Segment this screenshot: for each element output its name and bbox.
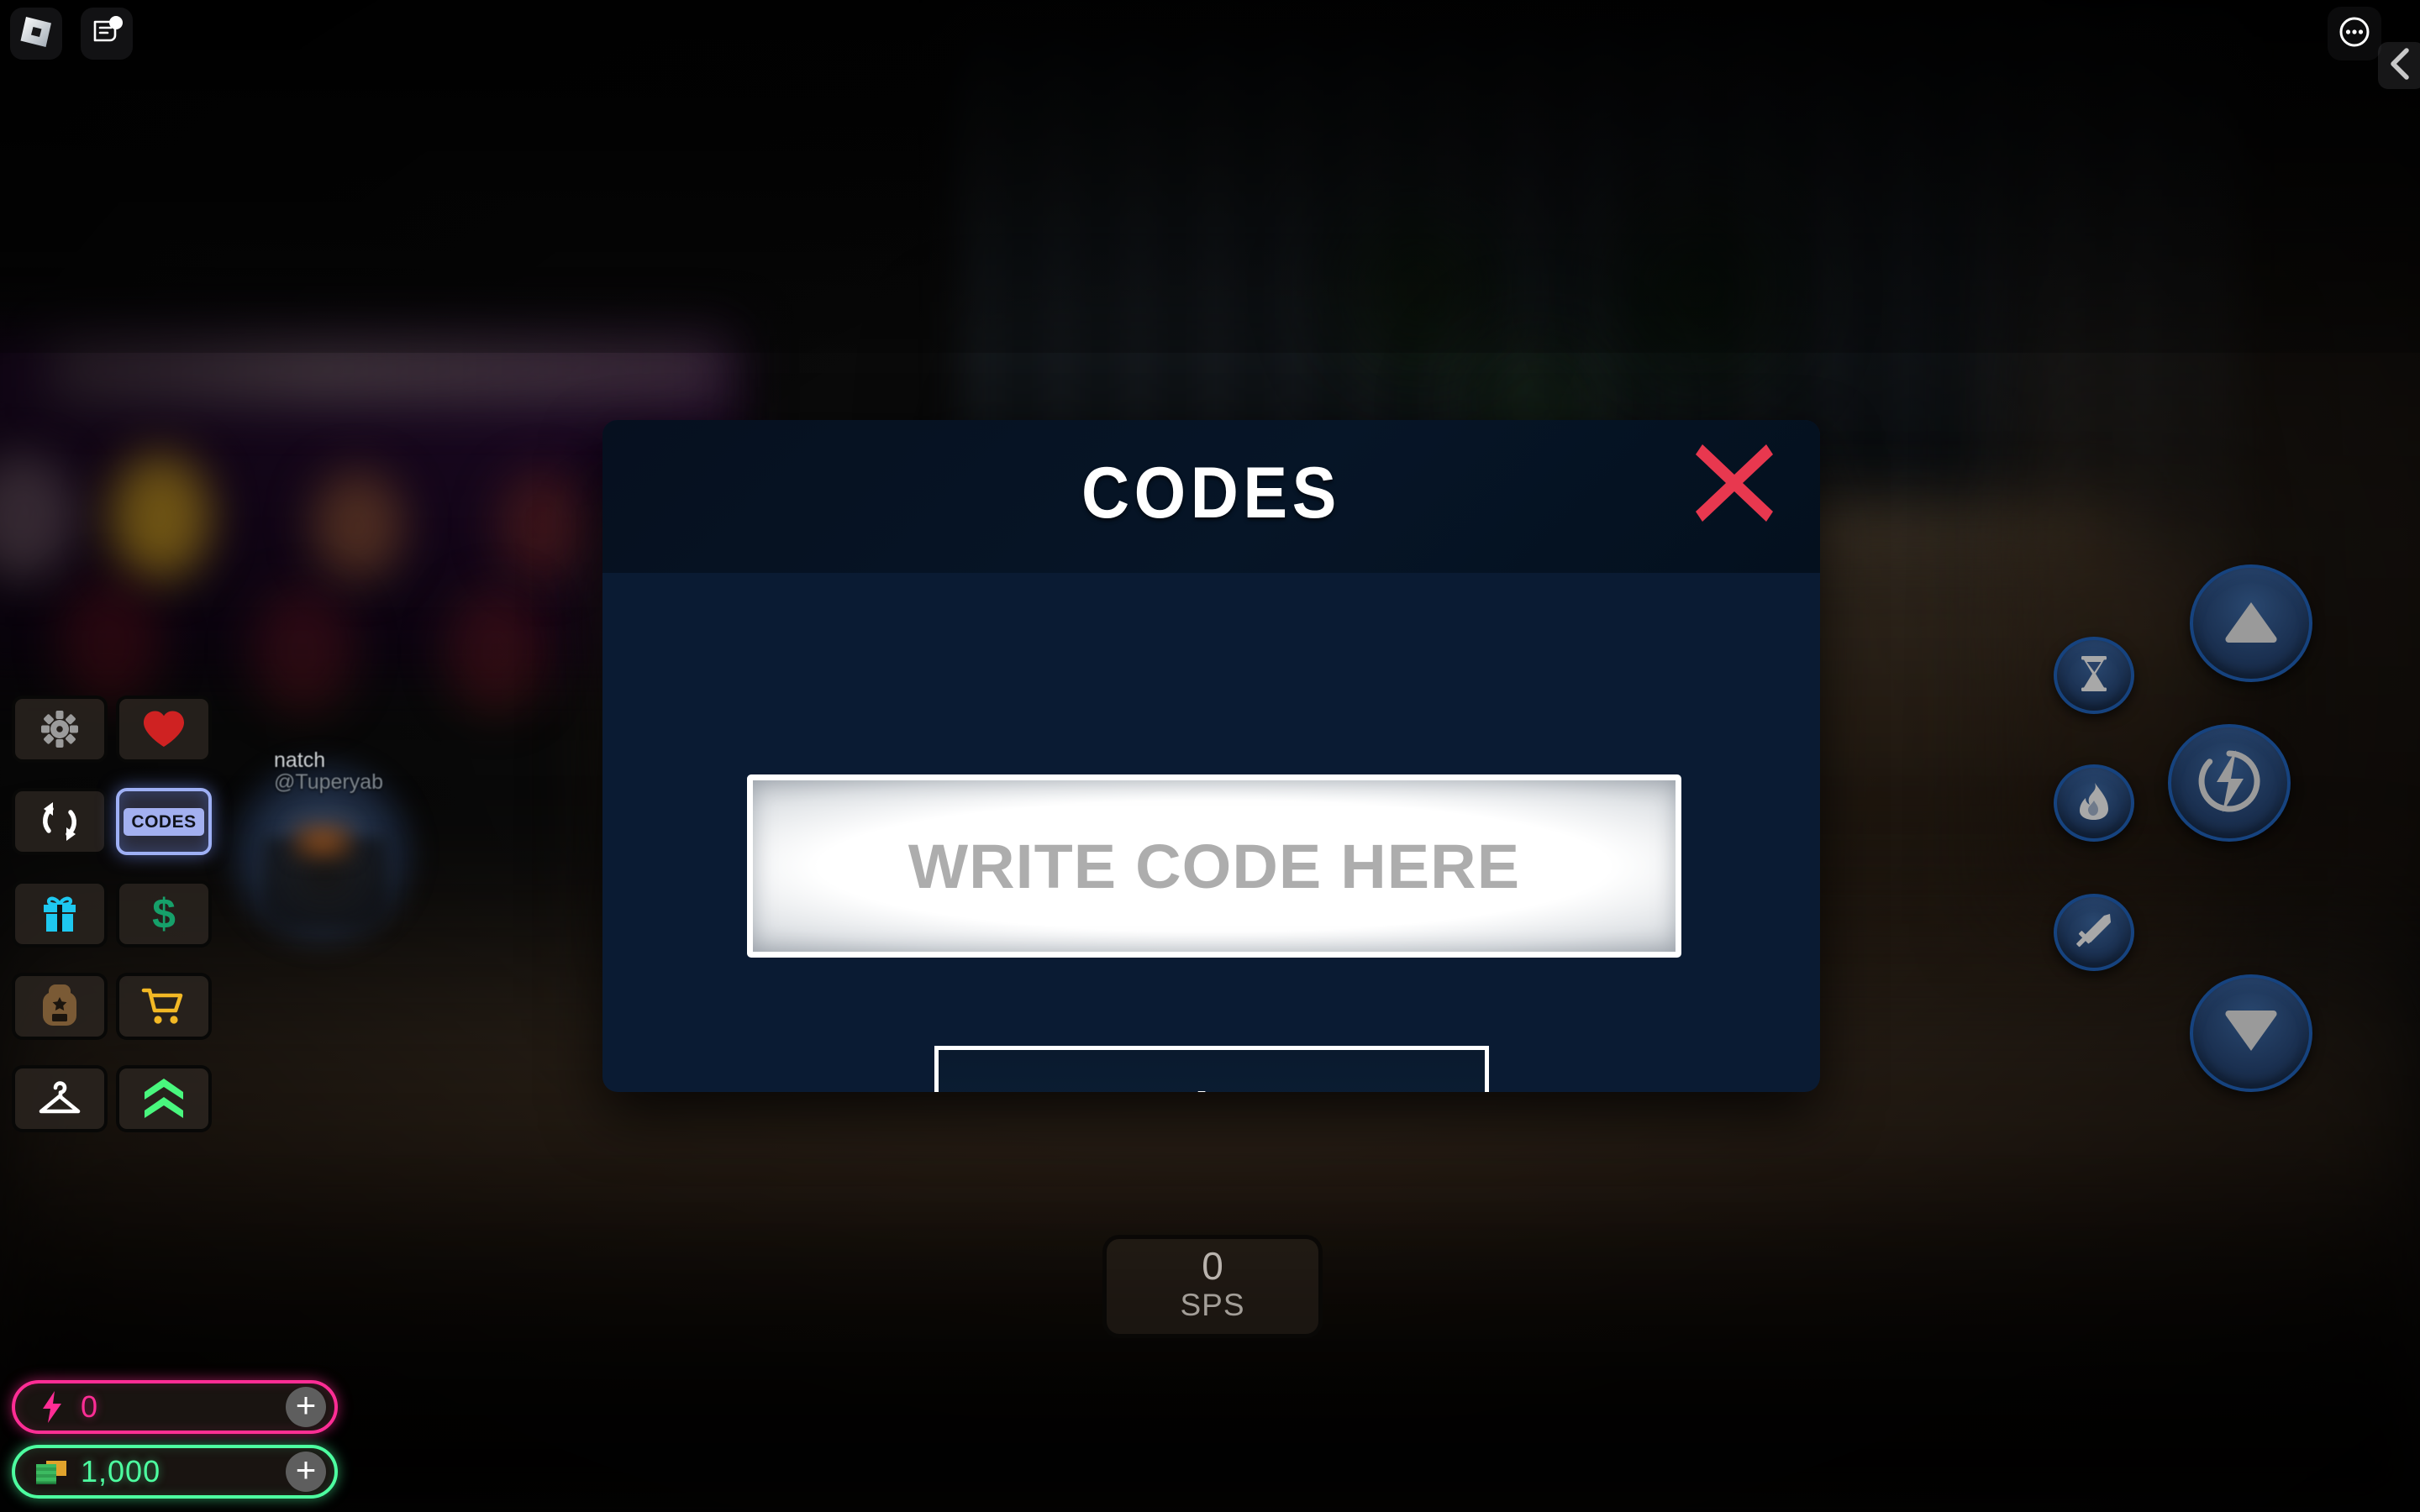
triangle-down-icon — [2223, 1010, 2279, 1058]
chat-icon — [89, 14, 124, 54]
lightning-circle-icon — [2196, 748, 2262, 818]
more-options-button[interactable] — [2328, 7, 2381, 60]
clothes-hanger-icon — [36, 1079, 83, 1118]
avatar-head — [291, 820, 355, 862]
sidebar-item-rebirth[interactable] — [12, 788, 108, 855]
fire-button[interactable] — [2054, 764, 2134, 842]
gear-icon — [37, 706, 82, 752]
sprint-button[interactable] — [2168, 724, 2291, 842]
triangle-up-icon — [2223, 600, 2279, 648]
sidebar-item-settings[interactable] — [12, 696, 108, 763]
redeem-button[interactable]: Redeem — [934, 1046, 1489, 1092]
sidebar-item-codes[interactable]: CODES — [116, 788, 212, 855]
money-stack-icon — [34, 1457, 71, 1486]
chat-button[interactable] — [81, 8, 133, 60]
collapse-topbar-button[interactable] — [2378, 42, 2420, 89]
cash-currency-bar: 1,000 + — [12, 1445, 338, 1499]
roblox-home-button[interactable] — [10, 8, 62, 60]
sword-button[interactable] — [2054, 894, 2134, 971]
jump-down-button[interactable] — [2190, 974, 2312, 1092]
codes-icon: CODES — [124, 807, 204, 836]
sidebar-item-favorite[interactable] — [116, 696, 212, 763]
sidebar-item-cash[interactable]: $ — [116, 880, 212, 948]
chevron-left-icon — [2386, 45, 2417, 87]
code-input[interactable]: WRITE CODE HERE — [747, 774, 1681, 958]
sps-counter: 0 SPS — [1102, 1235, 1323, 1338]
roblox-logo-icon — [18, 14, 54, 54]
cash-add-button[interactable]: + — [286, 1452, 326, 1492]
sidebar-item-upgrade[interactable] — [116, 1065, 212, 1132]
codes-modal-title: CODES — [1081, 453, 1341, 533]
shopping-cart-icon — [140, 985, 187, 1027]
sidebar-item-gifts[interactable] — [12, 880, 108, 948]
sidebar-item-backpack[interactable] — [12, 973, 108, 1040]
redeem-button-label: Redeem — [1108, 1080, 1316, 1093]
jump-up-button[interactable] — [2190, 564, 2312, 682]
double-chevron-up-icon — [142, 1076, 186, 1121]
sidebar-item-shop[interactable] — [116, 973, 212, 1040]
sidebar: CODES $ — [12, 696, 212, 1158]
sword-icon — [2075, 912, 2112, 953]
energy-currency-bar: 0 + — [12, 1380, 338, 1434]
sps-value: 0 — [1202, 1244, 1223, 1289]
energy-add-button[interactable]: + — [286, 1387, 326, 1427]
energy-value: 0 — [81, 1389, 99, 1424]
lightning-bolt-icon — [34, 1390, 71, 1424]
codes-modal-body: WRITE CODE HERE Redeem — [602, 573, 1820, 1092]
gift-icon — [37, 893, 82, 935]
sidebar-item-wardrobe[interactable] — [12, 1065, 108, 1132]
more-options-icon — [2335, 13, 2374, 55]
player-display-name: natch — [274, 748, 326, 772]
flame-icon — [2077, 782, 2111, 825]
timer-button[interactable] — [2054, 637, 2134, 714]
code-input-placeholder: WRITE CODE HERE — [908, 831, 1521, 901]
cash-value: 1,000 — [81, 1454, 161, 1488]
close-x-icon — [1691, 439, 1778, 531]
dollar-icon: $ — [143, 891, 185, 937]
backpack-icon — [39, 984, 81, 1028]
sps-label: SPS — [1180, 1288, 1245, 1323]
player-avatar: natch @Tuperyab — [225, 749, 418, 949]
codes-modal-header: CODES — [602, 420, 1820, 573]
currency-panel: 0 + 1,000 + — [12, 1380, 338, 1499]
close-button[interactable] — [1691, 441, 1778, 528]
player-nametag: natch @Tuperyab — [274, 749, 467, 794]
codes-modal: CODES WRITE CODE HERE Redeem — [602, 420, 1820, 1092]
hourglass-icon — [2076, 654, 2112, 697]
heart-icon — [141, 708, 187, 750]
player-username: @Tuperyab — [274, 770, 384, 795]
svg-text:$: $ — [152, 891, 176, 937]
refresh-icon — [37, 799, 82, 844]
